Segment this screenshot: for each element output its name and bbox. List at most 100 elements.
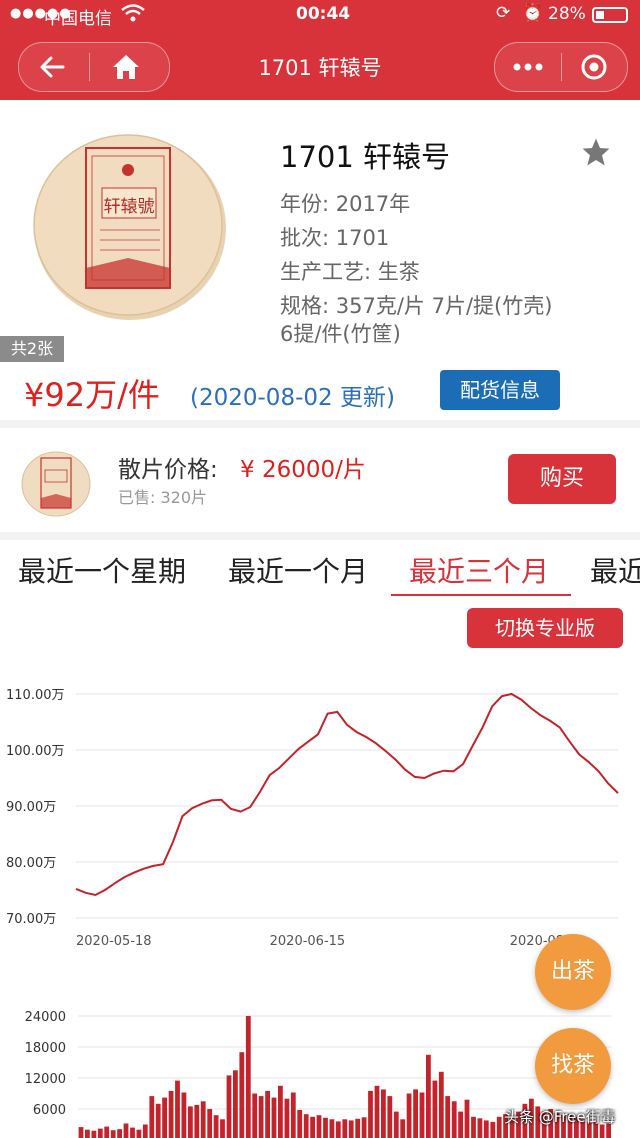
status-bar: ●●●●● 中国电信 00:44 ⟳ ⏰ 28%	[0, 0, 640, 32]
volume-bar	[496, 1116, 502, 1138]
volume-bar	[348, 1120, 354, 1138]
divider	[0, 532, 640, 540]
product-card: 轩辕號 共2张 1701 轩辕号 年份: 2017年 批次: 1701 生产工艺…	[0, 100, 640, 420]
back-button[interactable]	[19, 43, 89, 91]
sold-count: 已售: 320片	[118, 488, 208, 507]
y-tick-label: 100.00万	[6, 744, 65, 759]
volume-bar	[117, 1129, 122, 1138]
close-miniprogram-button[interactable]	[562, 43, 626, 91]
nav-left-capsule	[18, 42, 170, 92]
clock: 00:44	[296, 4, 351, 24]
volume-bar	[361, 1117, 367, 1138]
y-tick-label: 110.00万	[6, 688, 65, 703]
x-tick-label: 2020-05-18	[76, 934, 152, 949]
volume-bar	[490, 1121, 496, 1138]
tab-three-months[interactable]: 最近三个月	[409, 550, 549, 590]
volume-bar	[252, 1093, 258, 1138]
home-icon	[113, 55, 139, 79]
tab-week[interactable]: 最近一个星期	[18, 550, 186, 590]
volume-bar	[123, 1123, 129, 1138]
volume-bar	[393, 1111, 399, 1138]
volume-bar	[432, 1080, 438, 1138]
product-name: 1701 轩辕号	[280, 140, 451, 174]
volume-bar	[464, 1099, 470, 1138]
page-title: 1701 轩辕号	[258, 56, 382, 80]
product-price: ¥92万/件	[24, 376, 160, 414]
volume-bar	[220, 1119, 225, 1138]
find-tea-button[interactable]: 找茶	[535, 1028, 611, 1104]
volume-bar	[97, 1128, 103, 1138]
rotation-lock-icon: ⟳	[496, 3, 511, 23]
favorite-star-button[interactable]	[580, 136, 612, 172]
sell-tea-button[interactable]: 出茶	[535, 934, 611, 1010]
volume-bar	[278, 1085, 283, 1138]
product-spec-line1: 规格: 357克/片 7片/提(竹壳)	[280, 294, 553, 318]
volume-bar	[355, 1118, 361, 1138]
tab-more[interactable]: 最近	[590, 550, 640, 590]
volume-bar	[181, 1092, 187, 1138]
volume-bar	[168, 1090, 174, 1138]
volume-bar	[200, 1101, 206, 1138]
volume-bar	[226, 1075, 232, 1138]
volume-bar	[297, 1110, 303, 1138]
product-year: 年份: 2017年	[280, 192, 411, 216]
battery-icon	[592, 7, 628, 23]
single-price-value: ¥ 26000/片	[240, 457, 366, 483]
product-image[interactable]: 轩辕號	[0, 100, 255, 362]
volume-bar	[368, 1090, 373, 1138]
buy-button[interactable]: 购买	[508, 454, 616, 504]
volume-bar	[271, 1097, 277, 1138]
image-count-badge: 共2张	[0, 336, 64, 362]
tab-month[interactable]: 最近一个月	[228, 550, 368, 590]
volume-bar	[142, 1124, 148, 1138]
volume-bar	[78, 1127, 84, 1138]
volume-bar	[406, 1093, 412, 1138]
pro-version-button[interactable]: 切换专业版	[467, 608, 623, 648]
volume-bar	[130, 1127, 135, 1138]
volume-bar	[284, 1098, 290, 1138]
single-piece-thumbnail	[14, 442, 100, 528]
y-tick-label: 18000	[25, 1041, 66, 1056]
volume-bar	[335, 1121, 341, 1138]
single-price-label: 散片价格:	[118, 457, 218, 483]
volume-bar	[85, 1129, 90, 1138]
volume-bar	[342, 1119, 348, 1138]
volume-bar	[207, 1109, 213, 1138]
product-spec-line2: 6提/件(竹筐)	[280, 322, 401, 346]
volume-bar	[323, 1117, 328, 1138]
more-button[interactable]	[495, 43, 561, 91]
y-tick-label: 12000	[25, 1072, 66, 1087]
price-line	[75, 692, 619, 897]
volume-bar	[175, 1080, 180, 1138]
volume-bar	[110, 1130, 116, 1138]
alarm-icon: ⏰	[522, 3, 544, 23]
price-line-chart: 110.00万 100.00万 90.00万 80.00万 70.00万 2020-05-…	[6, 688, 619, 949]
volume-bar	[245, 1016, 251, 1138]
volume-bar	[387, 1096, 393, 1138]
volume-bar	[381, 1089, 386, 1138]
volume-bar	[155, 1103, 161, 1138]
supply-info-button[interactable]: 配货信息	[440, 370, 560, 410]
more-dots-icon	[513, 63, 543, 71]
home-button[interactable]	[90, 43, 168, 91]
volume-bar	[400, 1119, 406, 1138]
star-icon	[582, 138, 610, 166]
volume-bar	[483, 1120, 489, 1138]
y-tick-label: 6000	[33, 1103, 66, 1118]
volume-bar	[91, 1130, 97, 1138]
cake-label: 轩辕號	[104, 197, 155, 217]
volume-bar	[426, 1054, 431, 1138]
volume-bar	[290, 1092, 296, 1138]
volume-bar	[162, 1097, 167, 1138]
y-tick-label: 90.00万	[6, 800, 56, 815]
miniprogram-capsule	[494, 42, 628, 92]
volume-bar	[329, 1119, 335, 1138]
volume-bar	[265, 1090, 270, 1138]
volume-bar	[188, 1106, 193, 1138]
divider	[0, 420, 640, 428]
volume-bar	[136, 1129, 142, 1138]
volume-bar	[258, 1096, 264, 1138]
volume-bar	[471, 1116, 476, 1138]
y-tick-label: 80.00万	[6, 856, 56, 871]
volume-bar	[303, 1114, 309, 1138]
